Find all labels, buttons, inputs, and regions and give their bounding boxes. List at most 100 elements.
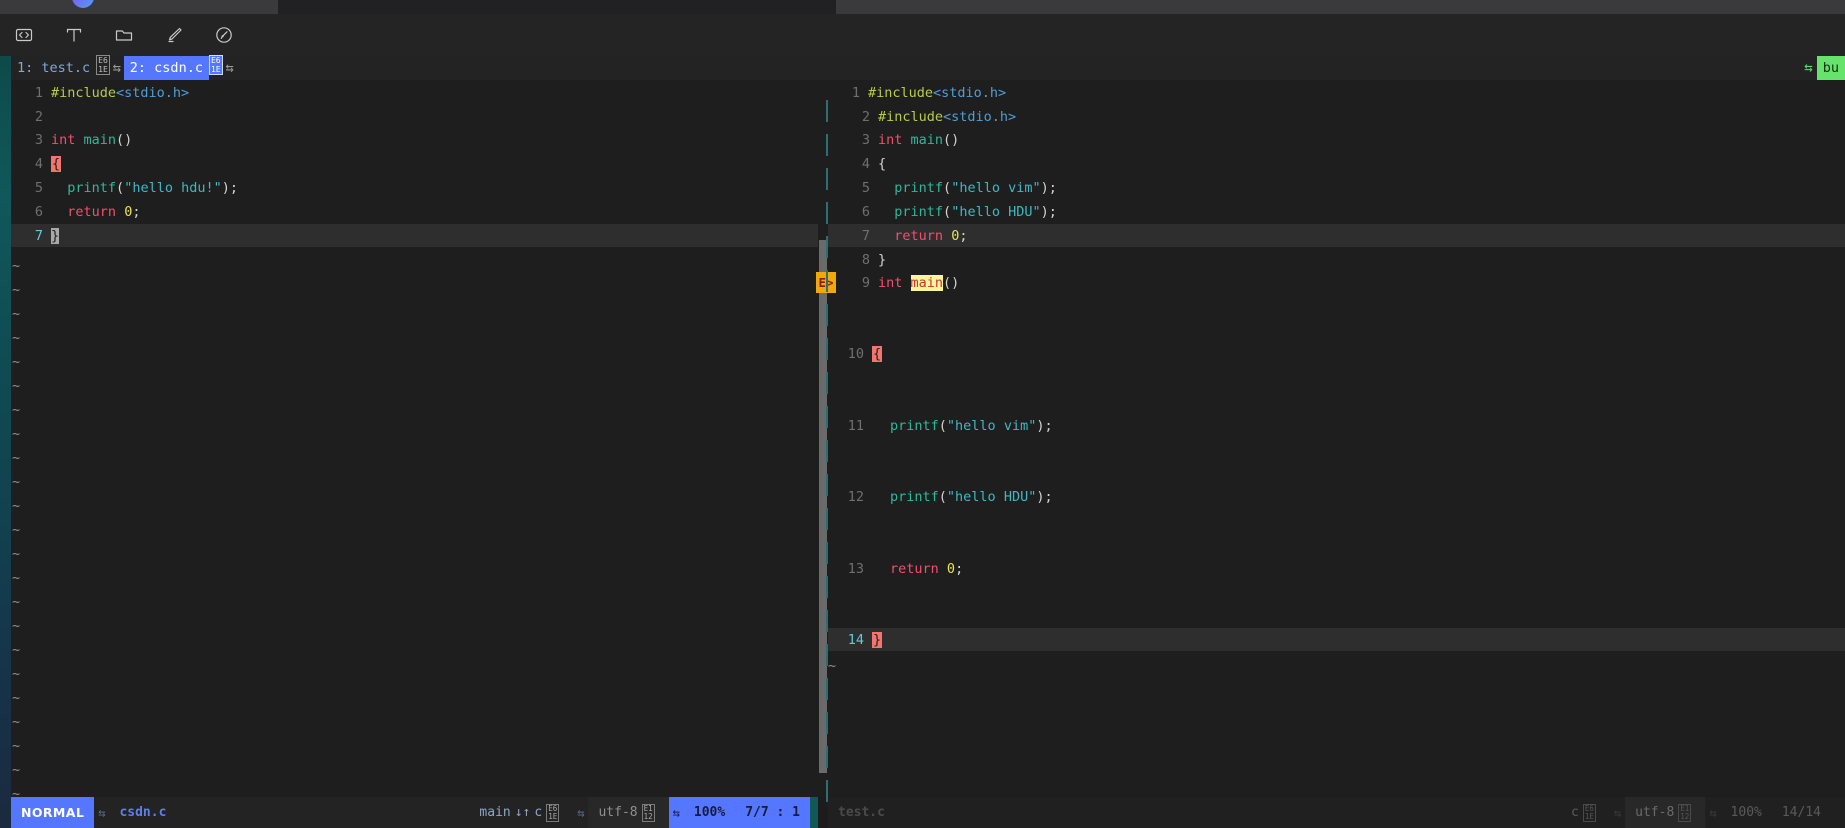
line-number: 13 [847,561,864,577]
filetype-glyph: E6 1E [1582,803,1596,822]
divider-dash [826,576,828,598]
divider-dash [826,304,828,326]
tabline-tab-1[interactable]: 1: test.c [11,56,96,80]
line-content: } [43,228,60,244]
token: printf [890,418,939,434]
divider-dash [826,134,828,156]
folder-icon[interactable] [112,23,136,47]
filetype-label: c [534,805,543,820]
token: 0 [946,561,956,577]
code-brackets-icon[interactable] [12,23,36,47]
token: <stdio.h> [933,85,1007,101]
code-line: 4 { [11,156,62,172]
token: ); [1036,418,1053,434]
token: #include [868,85,934,101]
line-number: 7 [34,228,43,244]
line-content: int main() [870,275,959,291]
code-line: 10 { [832,346,883,362]
right-editor-pane[interactable]: 1 #include<stdio.h> 2 #include<stdio.h> … [828,80,1845,797]
empty-line-marker: ~ [12,522,21,538]
line-number: 1 [851,85,860,101]
empty-line-marker: ~ [12,570,21,586]
line-content: printf("hello HDU"); [864,489,1053,505]
encoding-glyph: E1 12 [641,803,655,822]
tabline-tab-2[interactable]: 2: csdn.c [123,56,209,80]
right-current-line-highlight [828,224,1845,247]
line-content: printf("hello HDU"); [870,204,1057,220]
empty-line-marker: ~ [12,594,21,610]
filetype-label: c [1571,805,1579,820]
pencil-edit-icon[interactable] [162,23,186,47]
toolbar [0,14,1845,56]
code-line: 6 printf("hello HDU"); [838,204,1057,220]
empty-line-marker: ~ [12,642,21,658]
status-encoding: utf-8 E1 12 [588,797,669,828]
empty-line-marker: ~ [12,786,21,797]
token: ( [116,180,125,196]
text-cursor: } [51,228,60,244]
empty-line-marker: ~ [12,402,21,418]
encoding-label: utf-8 [1635,805,1675,820]
token: main [910,132,944,148]
divider-dash [826,542,828,564]
token: } [878,252,887,268]
divider-dash [826,678,828,700]
status-spacer [895,797,1561,828]
code-line: 5 printf("hello vim"); [838,180,1057,196]
token: "hello HDU" [946,489,1037,505]
code-line: 5 printf("hello hdu!"); [11,180,238,196]
app-logo-icon [72,0,94,8]
status-percent: 100% [1730,805,1762,820]
token: return [67,204,117,220]
tabline-buffer-tab[interactable]: bu [1816,56,1845,80]
line-number: 1 [34,85,43,101]
status-encoding: utf-8 E1 12 [1625,797,1706,828]
status-separator-icon-2: ⇆ [577,805,585,820]
empty-line-marker: ~ [12,474,21,490]
divider-dash [826,406,828,428]
token: #include [51,85,117,101]
os-tab-3[interactable] [836,0,1845,14]
line-number: 7 [861,228,870,244]
left-status-bar: NORMAL ⇆ csdn.c main ↓↑ c E6 1E ⇆ utf-8 E… [11,797,818,828]
code-line: 2 #include<stdio.h> [838,109,1016,125]
os-tab-1[interactable] [0,0,278,14]
empty-line-marker: ~ [12,690,21,706]
divider-dash [826,236,828,258]
left-editor-pane[interactable]: 1 #include<stdio.h> 2 3 int main() 4 { 5… [11,80,818,797]
tabline-right-group: ⇆ bu [1800,56,1845,80]
code-line: 3 int main() [11,132,132,148]
code-line: 2 [11,109,51,125]
token: "hello vim" [946,418,1037,434]
status-percent: 100% [683,797,736,828]
line-number: 3 [34,132,43,148]
token: ( [938,489,947,505]
token: "hello vim" [951,180,1041,196]
app-window: 1: test.c E6 1E ⇆ 2: csdn.c E6 1E ⇆ ⇆ bu 1 #inc… [0,0,1845,828]
empty-line-marker: ~ [12,546,21,562]
token: () [943,275,960,291]
right-current-line-highlight-2 [828,628,1845,651]
token: int [878,132,903,148]
unmatched-brace-marker: { [51,156,62,172]
os-tab-2[interactable] [278,0,836,14]
status-position: 14/14 [1781,805,1821,820]
token: int [878,275,903,291]
empty-line-marker: ~ [12,306,21,322]
line-content: #include<stdio.h> [860,85,1006,101]
empty-line-marker: ~ [12,498,21,514]
line-number: 5 [34,180,43,196]
status-branch: main ↓↑ c E6 1E [469,797,573,828]
empty-line-marker: ~ [12,378,21,394]
compass-dashboard-icon[interactable] [212,23,236,47]
text-tool-icon[interactable] [62,23,86,47]
empty-line-marker: ~ [12,426,21,442]
token: ); [221,180,238,196]
line-number: 12 [847,489,864,505]
status-separator-icon: ⇆ [1613,805,1622,820]
